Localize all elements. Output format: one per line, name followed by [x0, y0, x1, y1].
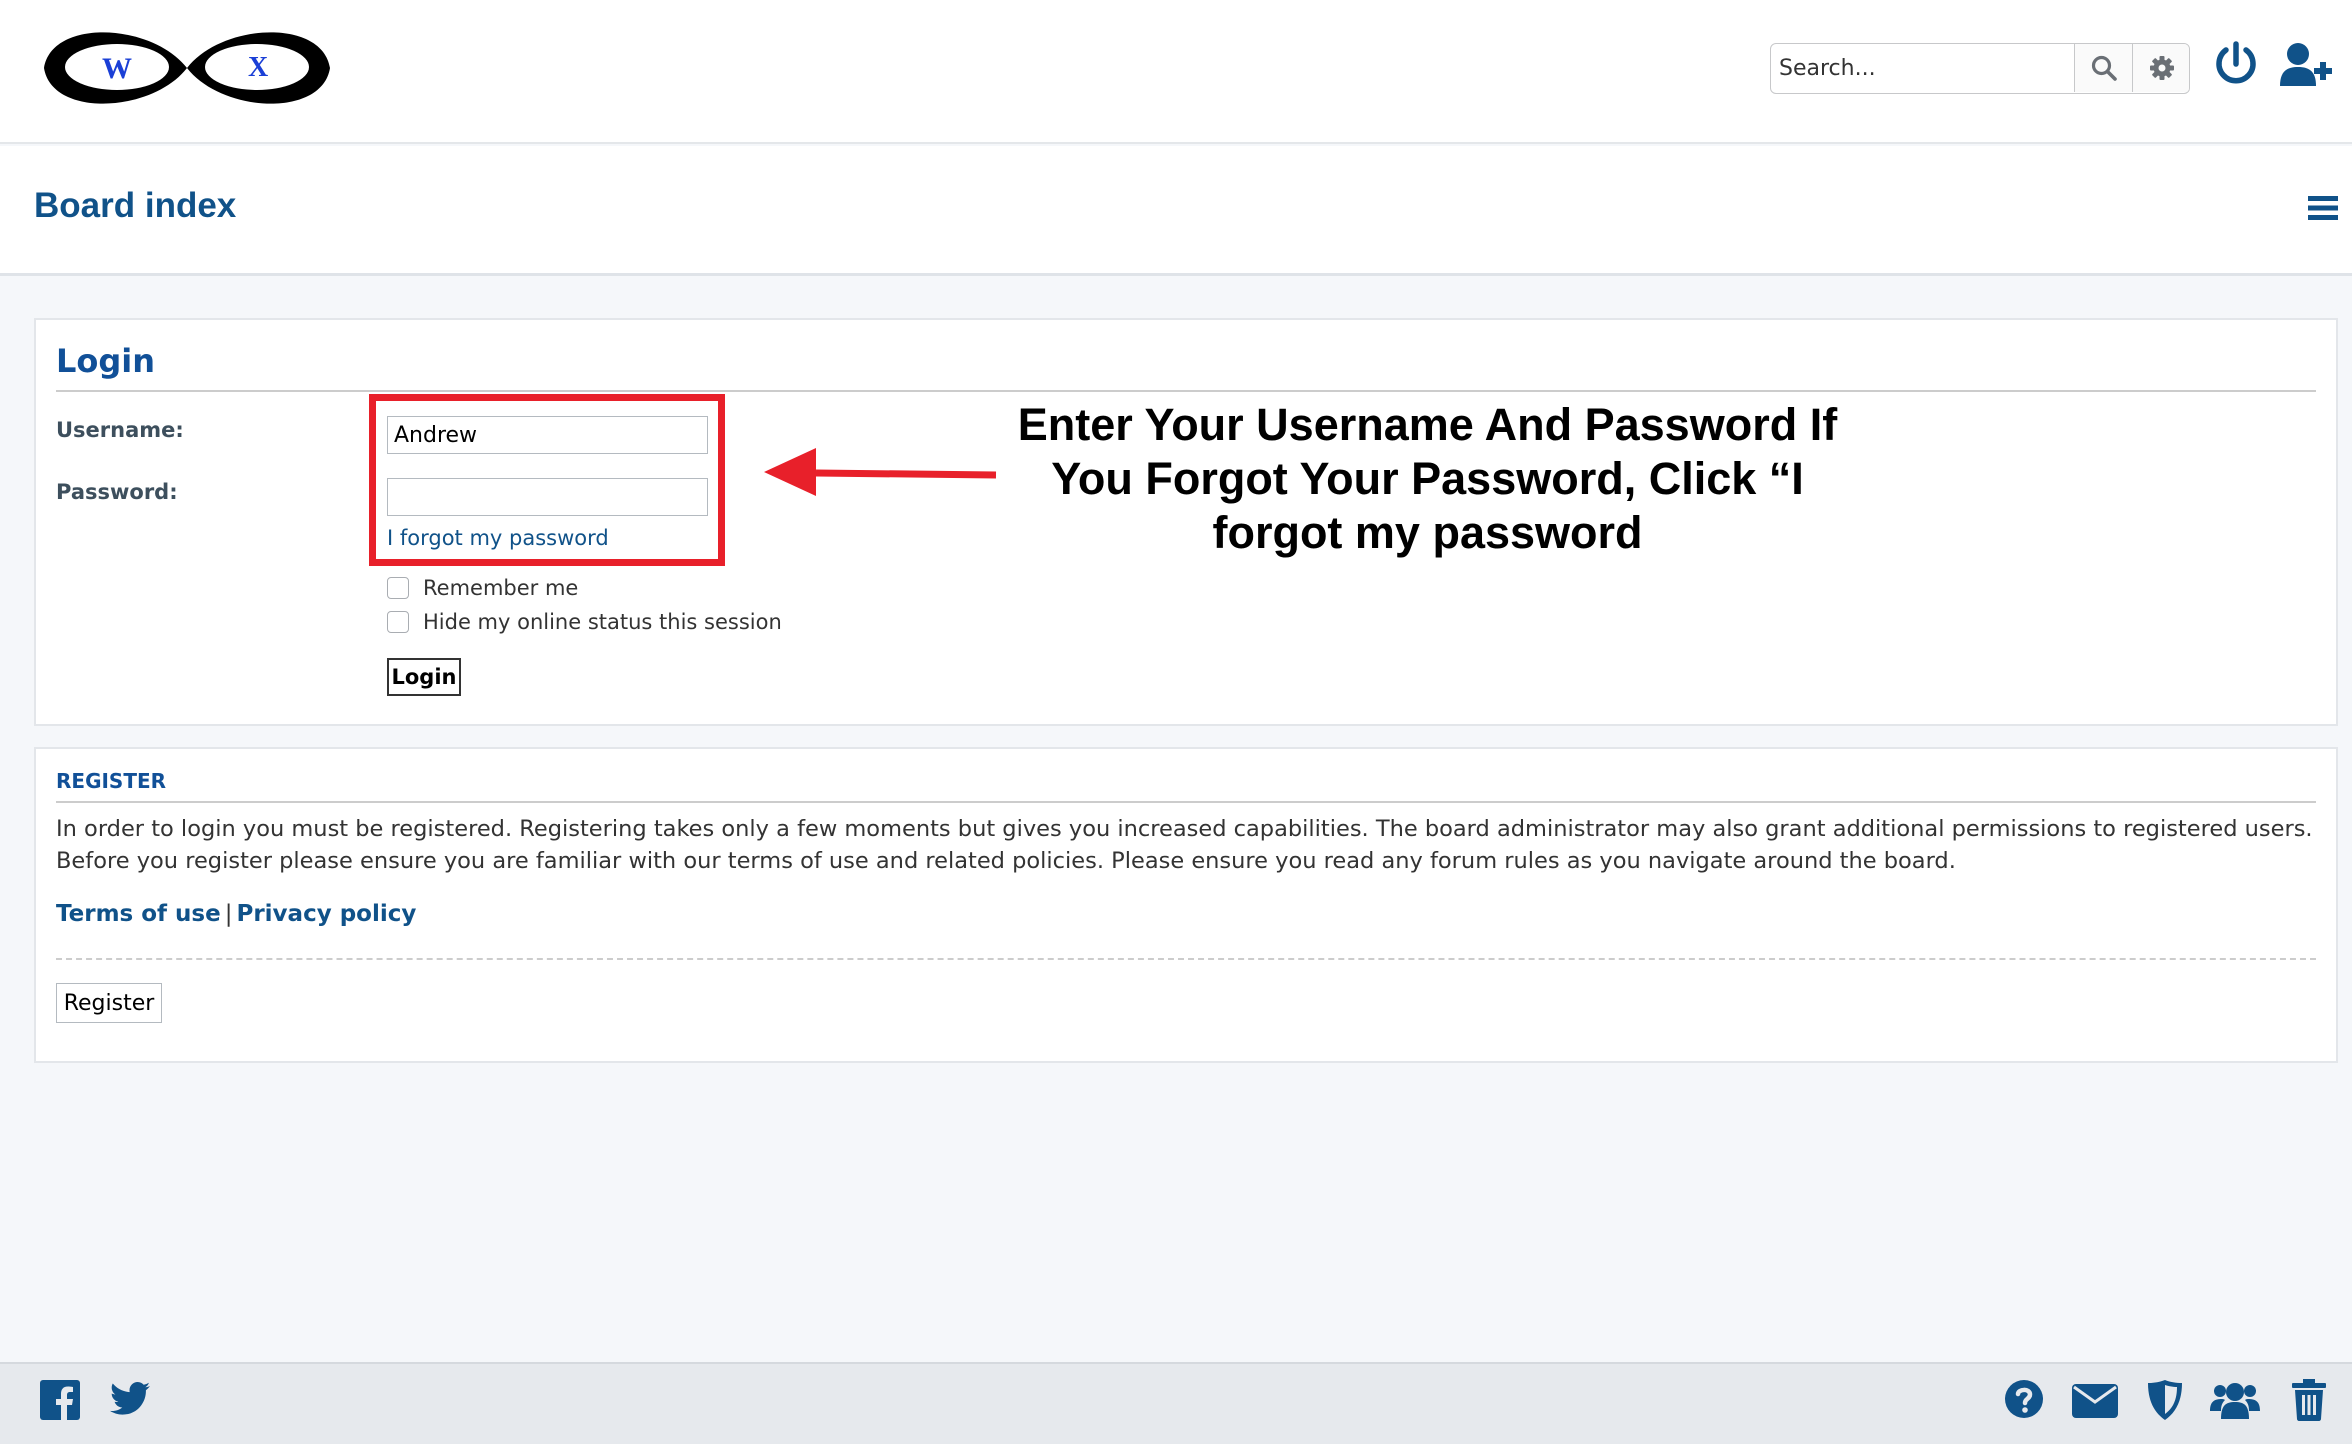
register-panel: REGISTER In order to login you must be r… — [34, 747, 2338, 1063]
annotation-text: Enter Your Username And Password If You … — [1017, 399, 1838, 558]
hide-status-checkbox[interactable] — [387, 611, 409, 633]
logo-letter-w: W — [102, 52, 132, 85]
search-input[interactable] — [1771, 44, 2074, 92]
register-button[interactable]: Register — [56, 983, 162, 1023]
divider — [56, 801, 2316, 803]
board-index-link[interactable]: Board index — [34, 186, 236, 226]
terms-of-use-link[interactable]: Terms of use — [56, 901, 221, 927]
search-box — [1770, 43, 2190, 94]
link-separator: | — [224, 901, 233, 927]
trash-icon[interactable] — [2292, 1379, 2326, 1421]
shield-icon[interactable] — [2148, 1380, 2182, 1420]
hamburger-icon[interactable] — [2308, 194, 2338, 222]
register-heading: REGISTER — [56, 769, 167, 793]
policy-links: Terms of use | Privacy policy — [56, 901, 416, 927]
remember-me-row: Remember me — [387, 576, 578, 600]
users-icon[interactable] — [2210, 1381, 2260, 1419]
help-icon[interactable] — [2004, 1379, 2044, 1419]
annotation-arrow — [764, 448, 997, 496]
forgot-password-link[interactable]: I forgot my password — [387, 526, 609, 550]
user-plus-icon[interactable] — [2278, 42, 2334, 88]
gear-icon — [2150, 56, 2174, 80]
remember-me-checkbox[interactable] — [387, 577, 409, 599]
logo-letter-x: X — [248, 52, 268, 83]
login-heading: Login — [56, 342, 156, 380]
username-label: Username: — [56, 418, 184, 442]
username-field[interactable] — [387, 416, 708, 454]
register-info-text: In order to login you must be registered… — [56, 816, 2313, 874]
search-icon — [2091, 55, 2117, 81]
site-header: W X — [0, 0, 2352, 144]
hide-status-row: Hide my online status this session — [387, 610, 782, 634]
search-button[interactable] — [2074, 44, 2132, 92]
power-icon[interactable] — [2214, 40, 2258, 88]
remember-me-label[interactable]: Remember me — [423, 576, 578, 600]
privacy-policy-link[interactable]: Privacy policy — [236, 901, 416, 927]
twitter-icon[interactable] — [110, 1382, 150, 1416]
navbar: Board index — [0, 146, 2352, 276]
advanced-search-button[interactable] — [2132, 44, 2189, 92]
dashed-divider — [56, 958, 2316, 960]
password-field[interactable] — [387, 478, 708, 516]
site-logo[interactable]: W X — [32, 18, 342, 118]
facebook-icon[interactable] — [40, 1380, 80, 1420]
site-footer — [0, 1362, 2352, 1444]
password-label: Password: — [56, 480, 178, 504]
login-button[interactable]: Login — [387, 658, 461, 696]
divider — [56, 390, 2316, 392]
hide-status-label[interactable]: Hide my online status this session — [423, 610, 782, 634]
envelope-icon[interactable] — [2072, 1384, 2118, 1418]
